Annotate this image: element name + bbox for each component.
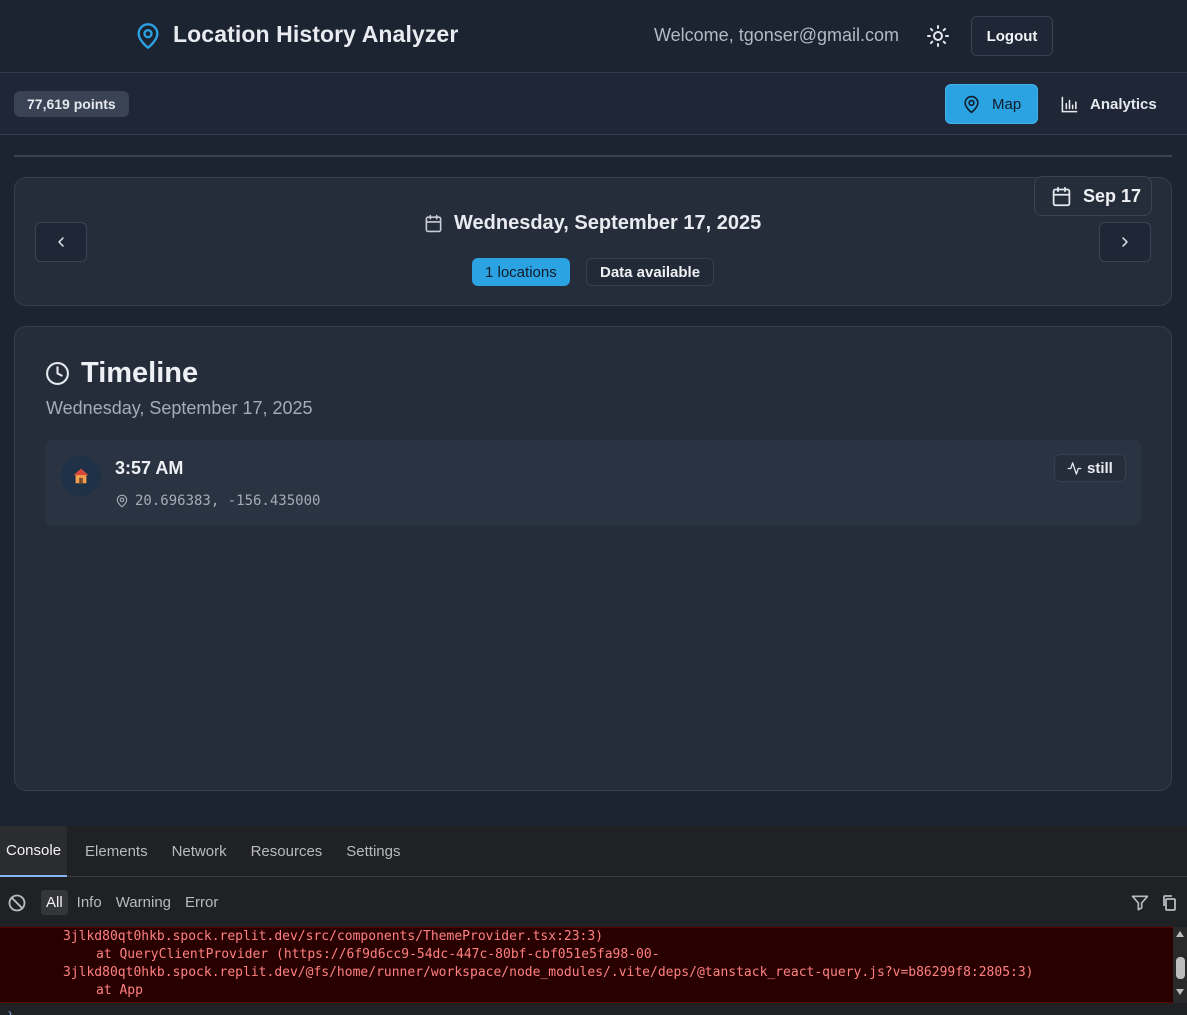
map-pin-icon: [962, 95, 992, 114]
chevron-left-icon: [53, 234, 69, 250]
analytics-tab-button[interactable]: Analytics: [1050, 84, 1170, 124]
console-prompt-icon[interactable]: ›: [8, 1006, 12, 1015]
house-emoji-icon: [61, 456, 101, 496]
date-picker-button[interactable]: Sep 17: [1034, 176, 1152, 216]
activity-label: still: [1087, 459, 1113, 477]
welcome-text: Welcome, tgonser@gmail.com: [654, 25, 900, 45]
coordinates-text: 20.696383, -156.435000: [135, 493, 321, 509]
timeline-title: Timeline: [81, 357, 199, 389]
divider: [14, 155, 1172, 157]
console-error-log: 3jlkd80qt0hkb.spock.replit.dev/src/compo…: [0, 927, 1173, 1003]
logout-button[interactable]: Logout: [971, 16, 1053, 56]
copy-icon[interactable]: [1161, 894, 1177, 912]
chevron-right-icon: [1117, 234, 1133, 250]
timeline-date: Wednesday, September 17, 2025: [46, 398, 313, 418]
level-info[interactable]: Info: [72, 890, 107, 915]
tab-console[interactable]: Console: [0, 826, 68, 877]
tab-resources[interactable]: Resources: [239, 826, 335, 877]
previous-day-button[interactable]: [35, 222, 87, 262]
clock-icon: [45, 361, 81, 386]
calendar-icon: [424, 214, 454, 233]
app-header: Location History Analyzer Welcome, tgons…: [0, 0, 1187, 73]
level-error[interactable]: Error: [180, 890, 223, 915]
activity-icon: [1067, 461, 1087, 476]
scroll-up-icon[interactable]: [1175, 930, 1185, 938]
bar-chart-icon: [1060, 95, 1090, 114]
map-tab-label: Map: [992, 95, 1022, 113]
full-date-text: Wednesday, September 17, 2025: [454, 211, 762, 234]
timeline-entry[interactable]: 3:57 AM 20.696383, -156.435000 still: [45, 440, 1142, 526]
clear-console-icon[interactable]: [7, 893, 27, 913]
map-tab-button[interactable]: Map: [945, 84, 1038, 124]
map-pin-icon: [134, 22, 162, 50]
activity-badge: still: [1054, 454, 1126, 482]
toolbar: 77,619 points Map Analytics: [0, 74, 1187, 135]
log-line: at App: [96, 983, 143, 998]
selected-date-heading: Wednesday, September 17, 2025: [424, 210, 761, 236]
log-line: 3jlkd80qt0hkb.spock.replit.dev/src/compo…: [63, 929, 604, 944]
scroll-down-icon[interactable]: [1175, 988, 1185, 996]
next-day-button[interactable]: [1099, 222, 1151, 262]
map-pin-icon: [115, 494, 135, 508]
entry-coordinates: 20.696383, -156.435000: [115, 493, 320, 509]
calendar-icon: [1051, 186, 1083, 207]
points-badge: 77,619 points: [14, 91, 129, 117]
timeline-header: Timeline: [45, 357, 198, 390]
analytics-tab-label: Analytics: [1090, 95, 1157, 113]
devtools-tabs: Console Elements Network Resources Setti…: [0, 826, 1187, 877]
tab-network[interactable]: Network: [160, 826, 239, 877]
console-scrollbar[interactable]: [1173, 927, 1187, 1003]
locations-count-badge: 1 locations: [472, 258, 570, 286]
log-line: at QueryClientProvider (https://6f9d6cc9…: [96, 947, 660, 962]
console-filter-bar: All Info Warning Error: [0, 878, 1187, 927]
log-line: 3jlkd80qt0hkb.spock.replit.dev/@fs/home/…: [63, 965, 1034, 980]
level-all[interactable]: All: [41, 890, 68, 915]
app-title: Location History Analyzer: [173, 21, 459, 47]
tab-settings[interactable]: Settings: [334, 826, 412, 877]
sun-icon[interactable]: [926, 24, 950, 48]
filter-icon[interactable]: [1130, 893, 1150, 913]
tab-elements[interactable]: Elements: [73, 826, 160, 877]
date-navigator-card: Wednesday, September 17, 2025 1 location…: [14, 176, 1172, 306]
entry-time: 3:57 AM: [115, 458, 184, 478]
date-picker-label: Sep 17: [1083, 185, 1142, 206]
level-warning[interactable]: Warning: [111, 890, 176, 915]
devtools-panel: Console Elements Network Resources Setti…: [0, 826, 1187, 1015]
timeline-card: Timeline Wednesday, September 17, 2025 3…: [14, 326, 1172, 791]
scrollbar-thumb[interactable]: [1176, 957, 1185, 979]
data-available-badge: Data available: [586, 258, 715, 286]
